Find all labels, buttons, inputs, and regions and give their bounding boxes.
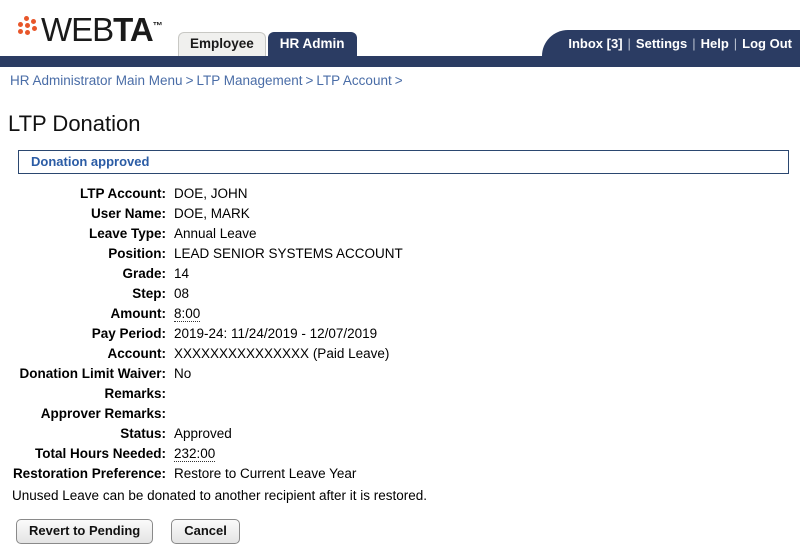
detail-label: Donation Limit Waiver:: [19, 366, 166, 381]
tab-hr-admin[interactable]: HR Admin: [267, 32, 357, 56]
breadcrumb-item-ltp-management[interactable]: LTP Management: [196, 73, 302, 88]
nav-help-link[interactable]: Help: [701, 36, 729, 51]
detail-value: [166, 386, 403, 406]
nav-separator: |: [692, 35, 696, 51]
detail-label: LTP Account:: [80, 186, 166, 201]
form-actions: Revert to Pending Cancel: [16, 519, 800, 544]
primary-tabs: Employee HR Admin: [178, 32, 359, 56]
detail-label: Position:: [108, 246, 166, 261]
webta-dots-icon: [14, 16, 40, 42]
detail-value: 232:00: [166, 446, 403, 466]
logo-ta-text: TA: [113, 11, 154, 48]
detail-label: Approver Remarks:: [40, 406, 166, 421]
detail-value: XXXXXXXXXXXXXXX (Paid Leave): [174, 346, 390, 361]
page-header: WEBTA™ Employee HR Admin Inbox [3] | Set…: [0, 0, 800, 56]
nav-separator: |: [733, 35, 738, 51]
detail-row: Account: XXXXXXXXXXXXXXX (Paid Leave): [0, 346, 403, 366]
nav-inbox-link[interactable]: Inbox [3]: [568, 36, 622, 51]
detail-row: Leave Type: Annual Leave: [0, 226, 403, 246]
detail-row: User Name: DOE, MARK: [0, 206, 403, 226]
donation-details-body: LTP Account: DOE, JOHN User Name: DOE, MARK…: [0, 186, 403, 486]
detail-label: Pay Period:: [91, 326, 166, 341]
top-utility-nav: Inbox [3] | Settings | Help | Log Out: [542, 30, 800, 56]
detail-value: 08: [174, 286, 190, 301]
detail-value: No: [174, 366, 192, 381]
detail-row: LTP Account: DOE, JOHN: [0, 186, 403, 206]
detail-label: Amount:: [110, 306, 166, 321]
breadcrumb-separator: >: [305, 73, 314, 88]
detail-value: [166, 406, 403, 426]
breadcrumb-separator-trailing: >: [394, 73, 403, 88]
revert-to-pending-button[interactable]: Revert to Pending: [16, 519, 154, 544]
detail-value: Restore to Current Leave Year: [174, 466, 357, 481]
detail-label: Grade:: [122, 266, 166, 281]
status-message-box: Donation approved: [18, 150, 789, 174]
header-navy-strip: [0, 56, 800, 67]
detail-row: Donation Limit Waiver: No: [0, 366, 403, 386]
detail-value: Annual Leave: [174, 226, 257, 241]
logo-web-text: WEB: [41, 11, 114, 48]
detail-row: Approver Remarks:: [0, 406, 403, 426]
detail-label: Leave Type:: [88, 226, 166, 241]
cancel-button[interactable]: Cancel: [171, 519, 240, 544]
nav-settings-link[interactable]: Settings: [636, 36, 687, 51]
breadcrumb: HR Administrator Main Menu > LTP Managemen…: [0, 67, 800, 93]
detail-value: Approved: [174, 426, 232, 441]
detail-row: Total Hours Needed: 232:00: [0, 446, 403, 466]
restoration-note: Unused Leave can be donated to another r…: [12, 488, 428, 503]
donation-details-table: LTP Account: DOE, JOHN User Name: DOE, MARK…: [0, 186, 403, 486]
detail-label: Account:: [107, 346, 167, 361]
detail-value-hint[interactable]: 8:00: [174, 306, 201, 322]
detail-value: 2019-24: 11/24/2019 - 12/07/2019: [174, 326, 378, 341]
detail-label: Total Hours Needed:: [34, 446, 166, 461]
detail-row: Position: LEAD SENIOR SYSTEMS ACCOUNT: [0, 246, 403, 266]
detail-label: User Name:: [90, 206, 166, 221]
detail-label: Status:: [120, 426, 166, 441]
detail-value: LEAD SENIOR SYSTEMS ACCOUNT: [174, 246, 403, 261]
nav-curve-decoration: [542, 30, 569, 56]
detail-value: 14: [174, 266, 190, 281]
main-content: LTP Donation Donation approved LTP Accou…: [0, 111, 800, 544]
detail-value: DOE, MARK: [174, 206, 250, 221]
detail-value: 8:00: [166, 306, 403, 326]
detail-label: Remarks:: [104, 386, 166, 401]
detail-row: Remarks:: [0, 386, 403, 406]
detail-value: DOE, JOHN: [174, 186, 248, 201]
detail-row: Amount: 8:00: [0, 306, 403, 326]
detail-row: Pay Period: 2019-24: 11/24/2019 - 12/07/2…: [0, 326, 403, 346]
breadcrumb-separator: >: [185, 73, 194, 88]
nav-separator: |: [627, 35, 631, 51]
detail-value-hint[interactable]: 232:00: [174, 446, 216, 462]
detail-row: Grade: 14: [0, 266, 403, 286]
nav-logout-link[interactable]: Log Out: [742, 36, 792, 51]
detail-row: Step: 08: [0, 286, 403, 306]
breadcrumb-item-ltp-account[interactable]: LTP Account: [316, 73, 391, 88]
detail-row: Restoration Preference: Restore to Curren…: [0, 466, 403, 486]
detail-label: Step:: [132, 286, 166, 301]
webta-logo: WEBTA™: [14, 12, 163, 46]
logo-trademark-icon: ™: [152, 21, 163, 32]
breadcrumb-item-hr-administrator-main-menu[interactable]: HR Administrator Main Menu: [10, 73, 183, 88]
detail-label: Restoration Preference:: [12, 466, 166, 481]
detail-row: Status: Approved: [0, 426, 403, 446]
logo-wordmark: WEBTA™: [41, 10, 163, 46]
page-title: LTP Donation: [8, 111, 141, 136]
tab-employee[interactable]: Employee: [178, 32, 266, 56]
